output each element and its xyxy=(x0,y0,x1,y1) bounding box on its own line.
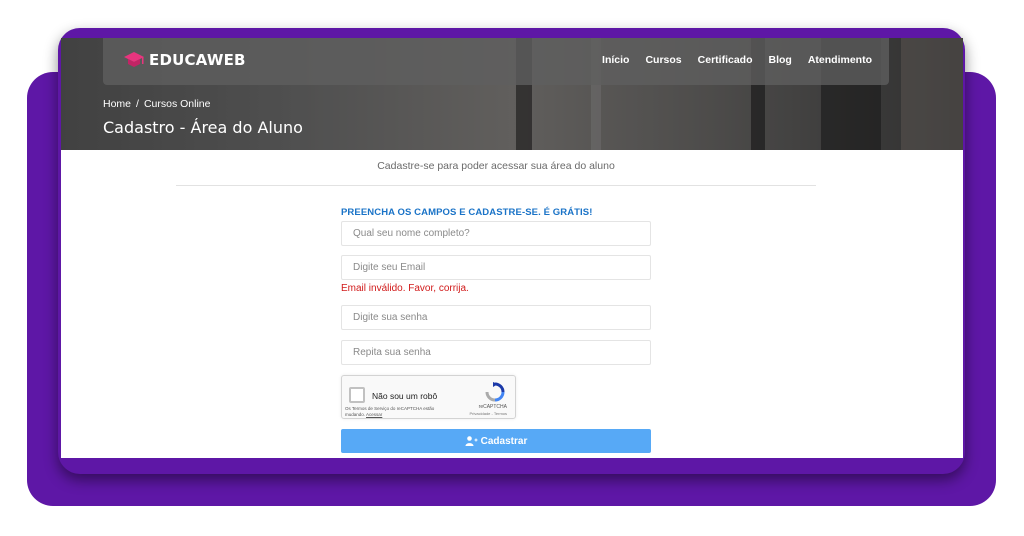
email-error-message: Email inválido. Favor, corrija. xyxy=(341,283,469,294)
recaptcha-terms-link[interactable]: Acessar xyxy=(366,412,382,417)
recaptcha-logo-icon xyxy=(485,382,505,402)
breadcrumb-separator: / xyxy=(136,98,139,110)
divider xyxy=(176,185,816,186)
nav-item-cursos[interactable]: Cursos xyxy=(645,54,681,66)
breadcrumb-home[interactable]: Home xyxy=(103,98,131,110)
signup-button-label: Cadastrar xyxy=(480,435,528,447)
brand-name: EDUCAWEB xyxy=(149,51,246,69)
top-navbar: EDUCAWEB Início Cursos Certificado Blog … xyxy=(103,38,889,85)
site-logo[interactable]: EDUCAWEB xyxy=(123,51,246,69)
recaptcha-label: Não sou um robô xyxy=(372,391,438,401)
signup-button[interactable]: Cadastrar xyxy=(341,429,651,453)
recaptcha-privacy-links[interactable]: Privacidade - Termos xyxy=(470,411,508,416)
graduation-cap-icon xyxy=(124,52,144,67)
recaptcha-terms-text: Os Termos de Serviço do reCAPTCHA estão … xyxy=(345,406,435,417)
recaptcha-checkbox[interactable] xyxy=(349,387,365,403)
hero-banner: EDUCAWEB Início Cursos Certificado Blog … xyxy=(61,38,963,150)
nav-item-blog[interactable]: Blog xyxy=(769,54,792,66)
nav-item-inicio[interactable]: Início xyxy=(602,54,629,66)
nav-item-atendimento[interactable]: Atendimento xyxy=(808,54,872,66)
breadcrumb-current: Cursos Online xyxy=(143,98,211,110)
password-input[interactable] xyxy=(341,305,651,330)
browser-viewport: EDUCAWEB Início Cursos Certificado Blog … xyxy=(61,38,963,458)
page-title: Cadastro - Área do Aluno xyxy=(103,118,303,137)
page-subtitle: Cadastre-se para poder acessar sua área … xyxy=(377,160,615,172)
form-heading: PREENCHA OS CAMPOS E CADASTRE-SE. É GRÁT… xyxy=(341,207,593,218)
recaptcha-brand: reCAPTCHA xyxy=(478,404,507,410)
name-input[interactable] xyxy=(341,221,651,246)
nav-menu: Início Cursos Certificado Blog Atendimen… xyxy=(602,54,872,66)
breadcrumb: Home / Cursos Online xyxy=(103,98,210,110)
recaptcha-widget: Não sou um robô Os Termos de Serviço do … xyxy=(341,375,516,419)
email-input[interactable] xyxy=(341,255,651,280)
signup-form: PREENCHA OS CAMPOS E CADASTRE-SE. É GRÁT… xyxy=(341,207,651,453)
password-repeat-input[interactable] xyxy=(341,340,651,365)
nav-item-certificado[interactable]: Certificado xyxy=(698,54,753,66)
recaptcha-terms: Os Termos de Serviço do reCAPTCHA estão … xyxy=(345,406,455,418)
user-plus-icon xyxy=(465,436,478,446)
